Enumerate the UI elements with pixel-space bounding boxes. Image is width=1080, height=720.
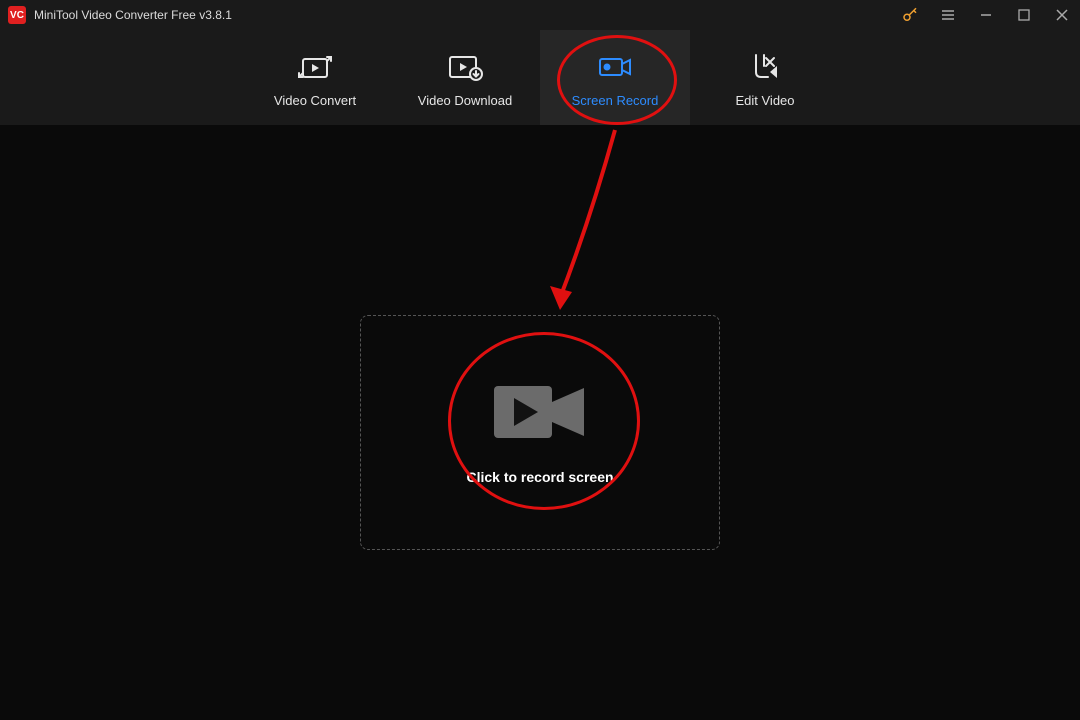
minimize-button[interactable] bbox=[976, 5, 996, 25]
tab-screen-record[interactable]: Screen Record bbox=[540, 30, 690, 125]
tab-label: Edit Video bbox=[735, 93, 794, 108]
tab-label: Video Convert bbox=[274, 93, 356, 108]
close-button[interactable] bbox=[1052, 5, 1072, 25]
key-icon[interactable] bbox=[900, 5, 920, 25]
edit-icon bbox=[750, 47, 780, 87]
record-button[interactable]: Click to record screen bbox=[360, 315, 720, 550]
main-tabs: Video Convert Video Download Screen Reco… bbox=[0, 30, 1080, 125]
record-camera-icon bbox=[490, 380, 590, 449]
tab-video-download[interactable]: Video Download bbox=[390, 30, 540, 125]
tab-label: Video Download bbox=[418, 93, 512, 108]
maximize-button[interactable] bbox=[1014, 5, 1034, 25]
convert-icon bbox=[298, 47, 332, 87]
window-controls bbox=[900, 5, 1072, 25]
app-title: MiniTool Video Converter Free v3.8.1 bbox=[34, 8, 900, 22]
tab-label: Screen Record bbox=[572, 93, 659, 108]
tab-video-convert[interactable]: Video Convert bbox=[240, 30, 390, 125]
menu-icon[interactable] bbox=[938, 5, 958, 25]
tab-edit-video[interactable]: Edit Video bbox=[690, 30, 840, 125]
app-logo-icon: VC bbox=[8, 6, 26, 24]
content-area: Click to record screen bbox=[0, 125, 1080, 720]
record-prompt: Click to record screen bbox=[466, 469, 613, 485]
titlebar: VC MiniTool Video Converter Free v3.8.1 bbox=[0, 0, 1080, 30]
camera-icon bbox=[597, 47, 633, 87]
download-icon bbox=[447, 47, 483, 87]
